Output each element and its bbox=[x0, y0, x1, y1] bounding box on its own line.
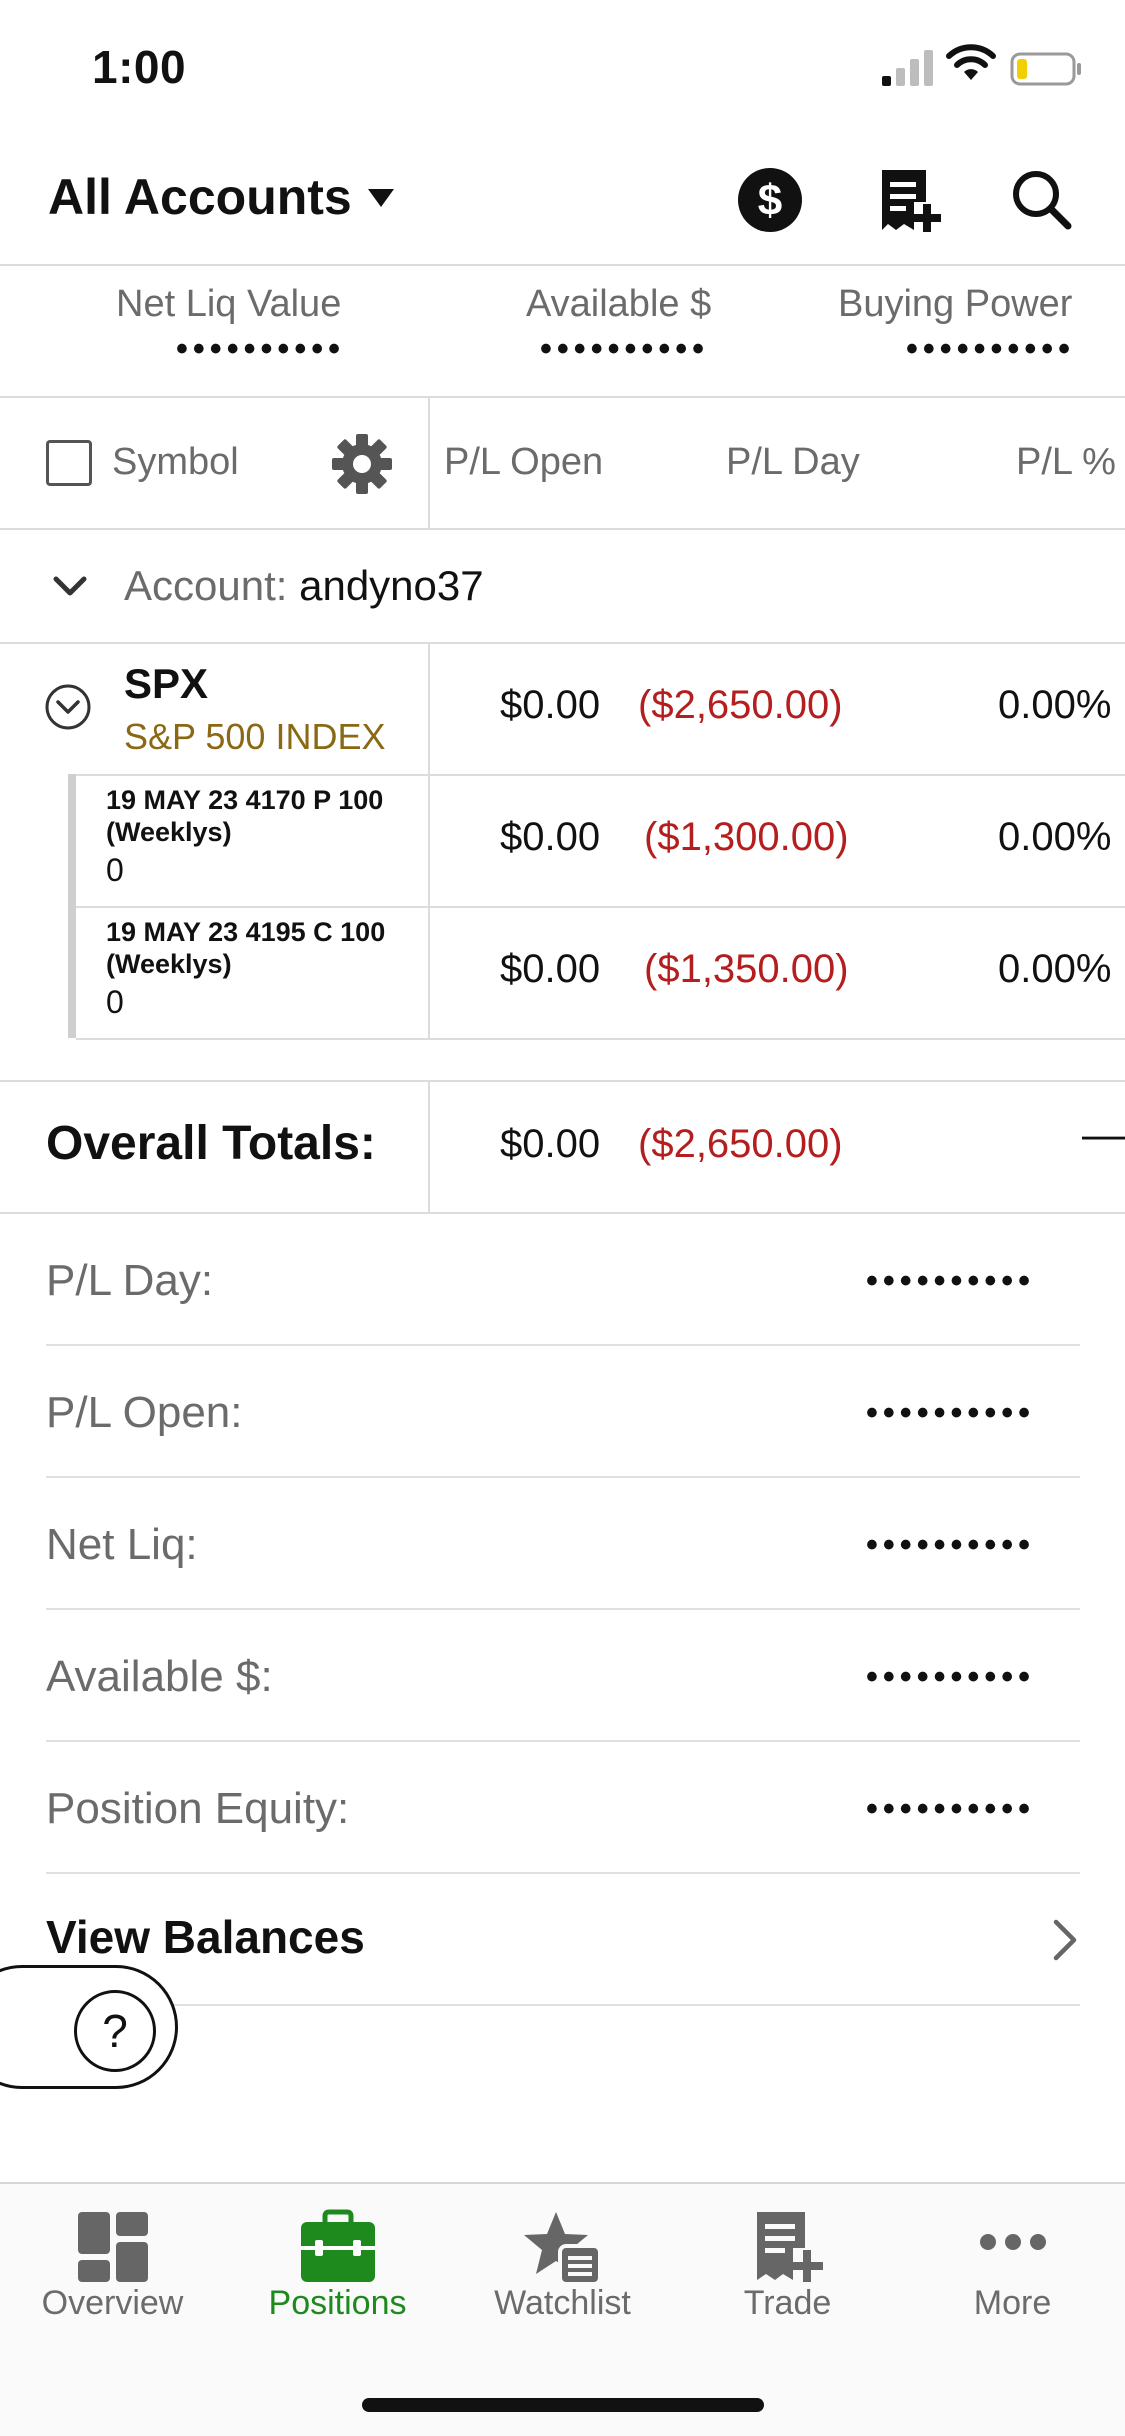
divider bbox=[46, 1872, 1080, 1874]
divider bbox=[0, 396, 1125, 398]
column-divider bbox=[428, 642, 430, 1038]
search-icon[interactable] bbox=[1006, 164, 1078, 236]
account-selector[interactable]: All Accounts bbox=[48, 168, 352, 226]
account-name: andyno37 bbox=[299, 562, 484, 609]
divider bbox=[46, 2004, 1080, 2006]
leg-title[interactable]: 19 MAY 23 4170 P 100 (Weeklys) bbox=[106, 784, 383, 848]
leg-pl-day: ($1,300.00) bbox=[644, 815, 849, 859]
position-pl-pct: 0.00% bbox=[998, 683, 1112, 727]
overview-icon bbox=[78, 2212, 148, 2282]
divider bbox=[46, 1476, 1080, 1478]
divider bbox=[0, 528, 1125, 530]
balance-available-label: Available $: bbox=[46, 1652, 273, 1701]
wifi-icon bbox=[946, 44, 996, 80]
divider bbox=[76, 906, 1125, 908]
tab-overview[interactable]: Overview bbox=[0, 2200, 225, 2330]
cellular-signal-icon bbox=[882, 50, 933, 86]
buying-power-label: Buying Power bbox=[838, 283, 1073, 325]
totals-pl-open: $0.00 bbox=[500, 1122, 601, 1166]
column-pl-day[interactable]: P/L Day bbox=[726, 441, 860, 484]
divider bbox=[68, 774, 1125, 776]
chevron-right-icon[interactable] bbox=[1050, 1918, 1080, 1962]
balance-pl-open-label: P/L Open: bbox=[46, 1388, 243, 1437]
briefcase-icon bbox=[301, 2209, 375, 2282]
tab-label: Positions bbox=[268, 2284, 407, 2322]
trade-icon bbox=[757, 2212, 823, 2282]
tab-label: Watchlist bbox=[494, 2284, 631, 2322]
position-pl-open: $0.00 bbox=[500, 683, 601, 727]
help-button[interactable]: ? bbox=[74, 1990, 156, 2072]
tab-label: Overview bbox=[41, 2284, 184, 2322]
totals-pl-pct: — bbox=[1082, 1110, 1125, 1159]
divider bbox=[46, 1740, 1080, 1742]
overall-totals-label: Overall Totals: bbox=[46, 1117, 376, 1170]
totals-pl-day: ($2,650.00) bbox=[638, 1122, 843, 1166]
leg-series: (Weeklys) bbox=[106, 949, 232, 979]
trade-ticket-icon[interactable] bbox=[874, 164, 946, 236]
column-pl-open[interactable]: P/L Open bbox=[444, 441, 603, 484]
position-pl-day: ($2,650.00) bbox=[638, 683, 843, 727]
column-divider bbox=[428, 1080, 430, 1212]
collapse-circle-icon[interactable] bbox=[44, 683, 92, 731]
net-liq-value-hidden: •••••••••• bbox=[176, 330, 346, 368]
home-indicator bbox=[362, 2398, 764, 2412]
divider bbox=[76, 1038, 1125, 1040]
leg-title[interactable]: 19 MAY 23 4195 C 100 (Weeklys) bbox=[106, 916, 385, 980]
leg-contract: 19 MAY 23 4195 C 100 bbox=[106, 917, 386, 947]
leg-pl-pct: 0.00% bbox=[998, 815, 1112, 859]
tab-label: More bbox=[973, 2284, 1052, 2322]
leg-series: (Weeklys) bbox=[106, 817, 232, 847]
leg-quantity: 0 bbox=[106, 852, 124, 888]
select-all-checkbox[interactable] bbox=[46, 440, 92, 486]
buying-power-hidden: •••••••••• bbox=[906, 330, 1076, 368]
leg-contract: 19 MAY 23 4170 P 100 bbox=[106, 785, 384, 815]
caret-down-icon[interactable] bbox=[366, 186, 396, 210]
balance-pl-day-label: P/L Day: bbox=[46, 1256, 214, 1305]
column-pl-pct[interactable]: P/L % bbox=[1016, 441, 1116, 484]
leg-pl-open: $0.00 bbox=[500, 947, 601, 991]
tab-label: Trade bbox=[743, 2284, 832, 2322]
chevron-down-icon[interactable] bbox=[52, 574, 88, 600]
divider bbox=[0, 264, 1125, 266]
net-liq-value-label: Net Liq Value bbox=[116, 283, 342, 325]
leg-pl-day: ($1,350.00) bbox=[644, 947, 849, 991]
available-funds-label: Available $ bbox=[526, 283, 712, 325]
status-time: 1:00 bbox=[92, 41, 187, 93]
tab-watchlist[interactable]: Watchlist bbox=[450, 2200, 675, 2330]
available-funds-hidden: •••••••••• bbox=[540, 330, 710, 368]
position-description: S&P 500 INDEX bbox=[124, 716, 386, 757]
svg-text:$: $ bbox=[758, 176, 782, 225]
divider bbox=[0, 1212, 1125, 1214]
account-prefix: Account: bbox=[124, 562, 288, 609]
leg-group-bar bbox=[68, 774, 76, 1038]
gear-icon[interactable] bbox=[330, 432, 394, 496]
divider bbox=[0, 642, 1125, 644]
column-divider bbox=[428, 396, 430, 528]
divider bbox=[46, 1608, 1080, 1610]
leg-quantity: 0 bbox=[106, 984, 124, 1020]
column-symbol[interactable]: Symbol bbox=[112, 441, 239, 484]
tab-positions[interactable]: Positions bbox=[225, 2200, 450, 2330]
tab-trade[interactable]: Trade bbox=[675, 2200, 900, 2330]
balance-pl-day-value: •••••••••• bbox=[866, 1262, 1036, 1300]
leg-pl-pct: 0.00% bbox=[998, 947, 1112, 991]
divider bbox=[46, 1344, 1080, 1346]
balance-net-liq-value: •••••••••• bbox=[866, 1526, 1036, 1564]
dollar-icon[interactable]: $ bbox=[734, 164, 806, 236]
balance-position-equity-value: •••••••••• bbox=[866, 1790, 1036, 1828]
battery-icon bbox=[1010, 52, 1081, 86]
more-icon bbox=[980, 2234, 1046, 2250]
divider bbox=[0, 1080, 1125, 1082]
watchlist-icon bbox=[524, 2212, 602, 2286]
view-balances-link[interactable]: View Balances bbox=[46, 1910, 365, 1964]
balance-pl-open-value: •••••••••• bbox=[866, 1394, 1036, 1432]
tab-more[interactable]: More bbox=[900, 2200, 1125, 2330]
balance-available-value: •••••••••• bbox=[866, 1658, 1036, 1696]
account-row[interactable]: Account: andyno37 bbox=[124, 562, 484, 610]
balance-net-liq-label: Net Liq: bbox=[46, 1520, 198, 1569]
leg-pl-open: $0.00 bbox=[500, 815, 601, 859]
balance-position-equity-label: Position Equity: bbox=[46, 1784, 350, 1833]
position-symbol[interactable]: SPX bbox=[124, 660, 208, 708]
